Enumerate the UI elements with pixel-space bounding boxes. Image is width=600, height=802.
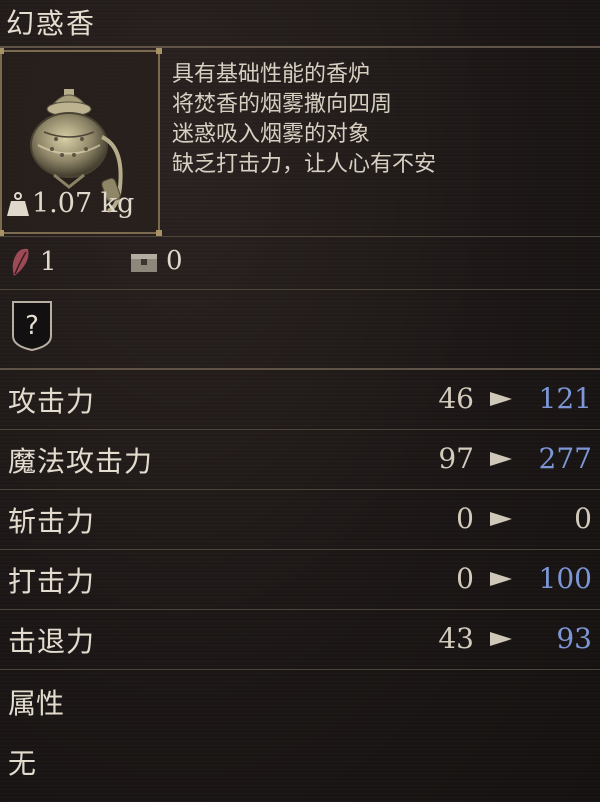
stat-requirement-value: 1	[40, 247, 57, 277]
stat-row-knockback: 击退力 43 93	[0, 610, 600, 670]
description-line: 具有基础性能的香炉	[172, 62, 371, 87]
attribute-label: 属性	[8, 687, 65, 720]
stat-row-slash: 斩击力 0 0	[0, 490, 600, 550]
stat-current-value: 0	[456, 562, 474, 595]
arrow-right-icon	[490, 392, 512, 406]
title-divider	[0, 46, 600, 48]
chest-requirement: 0	[130, 246, 183, 276]
item-description: 具有基础性能的香炉 将焚香的烟雾撒向四周 迷惑吸入烟雾的对象 缺乏打击力，让人心…	[172, 60, 436, 180]
badge-symbol: ?	[25, 311, 39, 341]
stat-label: 击退力	[8, 625, 96, 658]
stat-current-value: 0	[456, 502, 474, 535]
description-line: 缺乏打击力，让人心有不安	[172, 152, 437, 177]
stat-row-attack: 攻击力 46 121	[0, 370, 600, 430]
stat-label: 打击力	[8, 565, 96, 598]
attribute-value: 无	[8, 747, 37, 780]
stat-current-value: 97	[438, 442, 474, 475]
stat-label: 攻击力	[8, 385, 96, 418]
arrow-right-icon	[490, 632, 512, 646]
stat-new-value: 93	[556, 622, 592, 655]
stat-row-magic-attack: 魔法攻击力 97 277	[0, 430, 600, 490]
stat-current-value: 43	[438, 622, 474, 655]
divider	[0, 289, 600, 290]
chest-requirement-value: 0	[166, 246, 183, 276]
arrow-right-icon	[490, 452, 512, 466]
stat-new-value: 277	[538, 442, 592, 475]
item-name: 幻惑香	[6, 7, 97, 40]
weight-display: 1.07 kg	[6, 188, 134, 219]
stat-new-value: 121	[538, 382, 592, 415]
stat-label: 魔法攻击力	[8, 445, 154, 478]
description-line: 将焚香的烟雾撒向四周	[172, 92, 393, 117]
weight-value: 1.07 kg	[32, 188, 135, 219]
weight-icon	[7, 191, 29, 216]
stat-row-strike: 打击力 0 100	[0, 550, 600, 610]
question-mark-shield-icon[interactable]: ?	[10, 300, 54, 352]
description-line: 迷惑吸入烟雾的对象	[172, 122, 371, 147]
divider	[0, 236, 600, 237]
stat-requirement: 1	[8, 246, 57, 278]
arrow-right-icon	[490, 512, 512, 526]
divider	[0, 669, 600, 670]
stat-current-value: 46	[438, 382, 474, 415]
chest-icon	[131, 254, 157, 272]
arrow-right-icon	[490, 572, 512, 586]
stat-new-value: 100	[538, 562, 592, 595]
stat-new-value: 0	[574, 502, 592, 535]
stat-label: 斩击力	[8, 505, 96, 538]
strength-feather-icon	[12, 248, 29, 276]
